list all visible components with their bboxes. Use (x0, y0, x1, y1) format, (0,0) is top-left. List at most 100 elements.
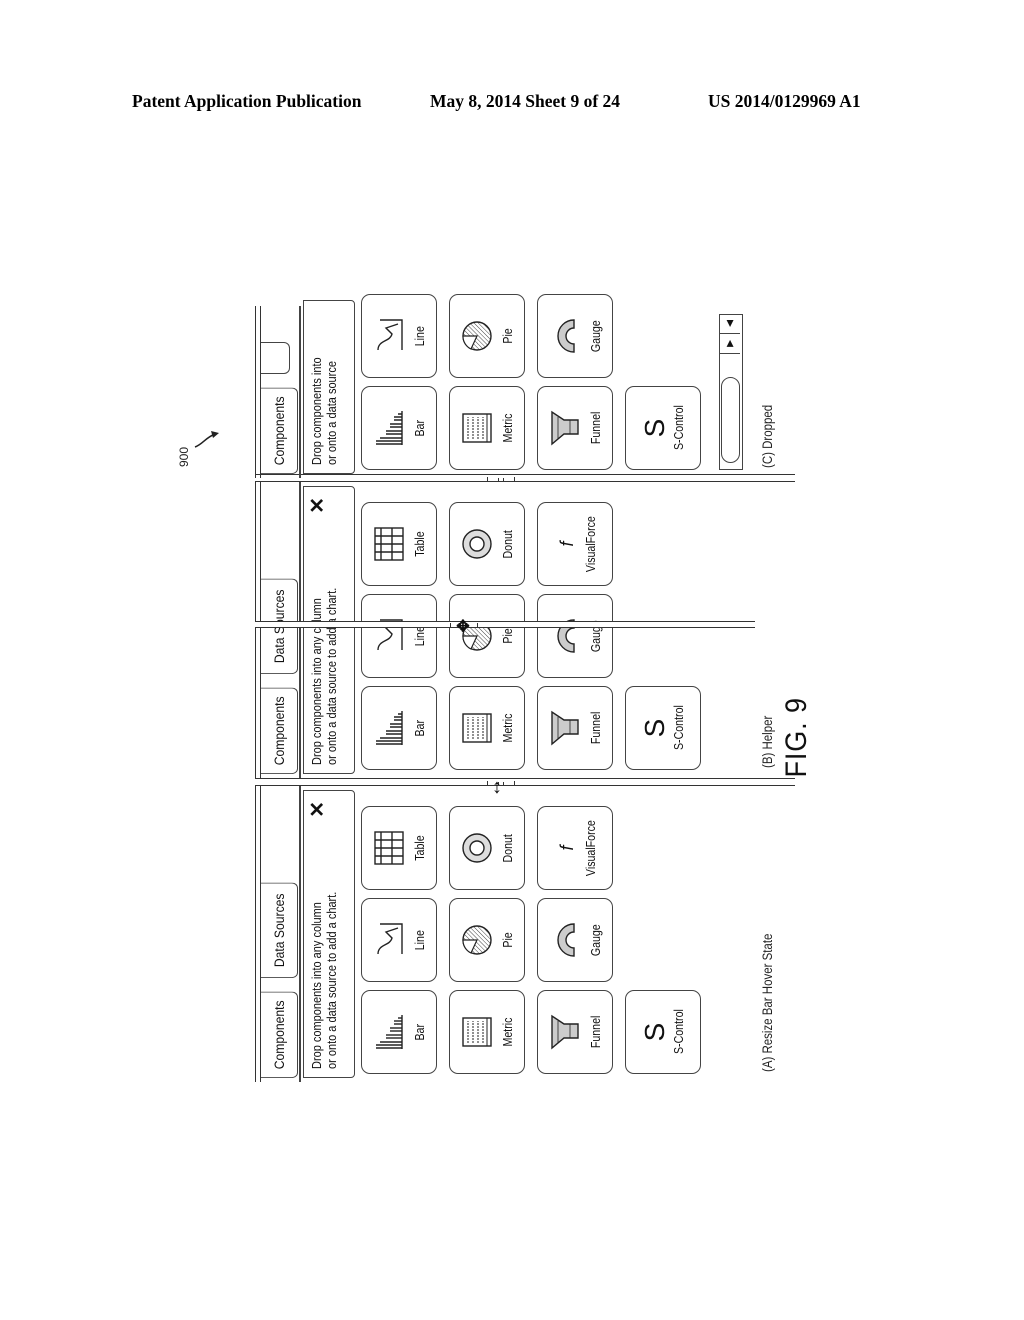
helper-line-2: or onto a data source to add a chart. (325, 891, 339, 1069)
helper-line-1: Drop components into (310, 357, 324, 465)
funnel-icon (548, 408, 587, 448)
helper-line-1: Drop components into any column (310, 902, 324, 1069)
component-tile-line[interactable]: Line (361, 594, 437, 678)
component-tile-donut[interactable]: Donut (449, 806, 525, 890)
tile-label: Gauge (588, 924, 603, 956)
tile-label: S-Control (672, 405, 686, 451)
tab-data-sources-partial[interactable] (261, 342, 290, 374)
helper-message: Drop components into any column or onto … (303, 486, 355, 774)
caption-a: (A) Resize Bar Hover State (760, 933, 775, 1072)
tile-label: VisualForce (584, 820, 598, 876)
tile-label: S-Control (672, 705, 686, 751)
reference-arrow-icon (194, 431, 219, 448)
component-tile-s-control[interactable]: S S-Control (625, 990, 701, 1074)
tab-strip: Components Data Sources (261, 482, 301, 778)
component-tile-pie[interactable]: Pie (449, 898, 525, 982)
s-control-icon: S (639, 1022, 670, 1042)
component-tile-table[interactable]: Table (361, 806, 437, 890)
tab-components[interactable]: Components (261, 387, 298, 474)
tile-label: S-Control (672, 1009, 686, 1055)
component-tile-line[interactable]: Line (361, 898, 437, 982)
helper-line-2: or onto a data source to add a chart. (325, 587, 339, 765)
tab-components[interactable]: Components (261, 991, 298, 1078)
component-tile-bar[interactable]: Bar (361, 386, 437, 470)
scroll-thumb[interactable] (721, 377, 740, 463)
component-tile-gauge[interactable]: Gauge (537, 898, 613, 982)
component-tile-metric[interactable]: Metric (449, 386, 525, 470)
pie-chart-icon (460, 920, 499, 960)
component-tile-line[interactable]: Line (361, 294, 437, 378)
scroll-left-arrow-icon: ▼ (724, 337, 736, 352)
gauge-icon (548, 920, 587, 960)
publication-title: Patent Application Publication (132, 91, 362, 111)
tab-components[interactable]: Components (261, 687, 298, 774)
tile-label: Funnel (588, 1015, 603, 1049)
helper-message: Drop components into any column or onto … (303, 790, 355, 1078)
helper-line-1: Drop components into any column (310, 598, 324, 765)
close-x-icon[interactable]: ✕ (307, 801, 329, 818)
scroll-right-button[interactable]: ▲ (720, 315, 740, 334)
line-chart-icon (372, 920, 411, 960)
visualforce-icon: f (557, 541, 577, 547)
dragged-resize-bar[interactable]: ✥ (255, 618, 755, 635)
tile-label: Bar (412, 1023, 427, 1041)
table-icon (372, 524, 411, 564)
bar-chart-icon (372, 1012, 411, 1052)
component-tile-table[interactable]: Table (361, 502, 437, 586)
component-tile-metric[interactable]: Metric (449, 990, 525, 1074)
component-tile-metric[interactable]: Metric (449, 686, 525, 770)
component-tile-gauge[interactable]: Gauge (537, 594, 613, 678)
tab-data-sources[interactable]: Data Sources (261, 882, 298, 978)
component-tile-bar[interactable]: Bar (361, 990, 437, 1074)
visualforce-icon: f (557, 845, 577, 851)
tab-strip: Components (261, 306, 301, 478)
caption-b: (B) Helper (760, 715, 775, 768)
tile-label: Table (412, 835, 427, 861)
component-tile-s-control[interactable]: S S-Control (625, 686, 701, 770)
helper-message: Drop components into or onto a data sour… (303, 300, 355, 474)
component-tile-bar[interactable]: Bar (361, 686, 437, 770)
horizontal-scrollbar[interactable]: ▼ ▲ (719, 314, 743, 470)
tile-label: Line (412, 625, 427, 647)
component-tile-visualforce[interactable]: f VisualForce (537, 502, 613, 586)
metric-icon (460, 708, 499, 748)
drag-move-cursor-icon: ✥ (456, 618, 470, 636)
tile-label: Donut (500, 833, 515, 863)
tile-label: Bar (412, 719, 427, 737)
tab-strip: Components Data Sources (261, 786, 301, 1082)
component-tile-visualforce[interactable]: f VisualForce (537, 806, 613, 890)
component-tile-funnel[interactable]: Funnel (537, 686, 613, 770)
scroll-right-arrow-icon: ▲ (724, 317, 736, 332)
figure-9: 900 Components Data Sources Drop compone… (177, 294, 813, 1082)
close-x-icon[interactable]: ✕ (307, 497, 329, 514)
metric-icon (460, 408, 499, 448)
reference-number: 900 (177, 446, 191, 467)
figure-label: FIG. 9 (780, 697, 813, 778)
publication-date-sheet: May 8, 2014 Sheet 9 of 24 (430, 91, 621, 111)
funnel-chart-icon (548, 1012, 587, 1052)
tile-label: Metric (500, 1017, 515, 1047)
component-tile-pie[interactable]: Pie (449, 294, 525, 378)
table-icon (372, 828, 411, 868)
grip-mark (498, 478, 504, 482)
panel-resize-bar-hover: Components Data Sources Drop components … (255, 786, 755, 1082)
tile-label: Funnel (588, 411, 603, 445)
gauge-icon (548, 316, 587, 356)
tile-label: Gauge (588, 320, 603, 352)
component-tile-gauge[interactable]: Gauge (537, 294, 613, 378)
metric-icon (460, 1012, 499, 1052)
component-tile-donut[interactable]: Donut (449, 502, 525, 586)
tile-label: Metric (500, 413, 515, 443)
tile-label: Bar (412, 419, 427, 437)
component-tile-s-control[interactable]: S S-Control (625, 386, 701, 470)
tile-label: Pie (500, 932, 515, 948)
tile-label: Funnel (588, 711, 603, 745)
tile-label: Table (412, 531, 427, 557)
line-icon (372, 316, 411, 356)
tile-label: Pie (500, 328, 515, 344)
resize-bar-hover[interactable]: ↕ (255, 776, 795, 798)
scroll-left-button[interactable]: ▼ (720, 335, 740, 354)
component-tile-funnel[interactable]: Funnel (537, 990, 613, 1074)
component-tile-funnel[interactable]: Funnel (537, 386, 613, 470)
s-control-icon: S (639, 418, 670, 438)
